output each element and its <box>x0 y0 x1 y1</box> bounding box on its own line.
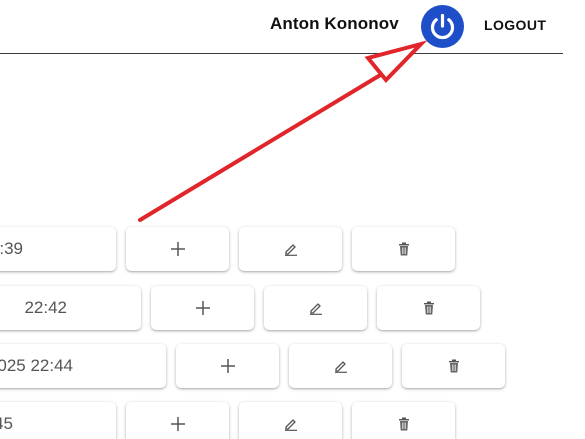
add-button[interactable] <box>151 286 254 330</box>
pencil-icon <box>334 361 347 373</box>
date-text: 45 <box>0 414 13 433</box>
date-cell: 22:42 <box>0 286 141 330</box>
edit-button[interactable] <box>239 227 342 271</box>
edit-button[interactable] <box>239 402 342 439</box>
delete-button[interactable] <box>377 286 480 330</box>
list-row: 025 22:44 <box>0 344 510 390</box>
date-text: 22:42 <box>24 298 67 317</box>
trash-icon <box>423 301 434 315</box>
plus-icon <box>195 301 210 315</box>
delete-button[interactable] <box>402 344 505 388</box>
list-row: 22:42 <box>0 286 485 332</box>
edit-button[interactable] <box>289 344 392 388</box>
top-bar: Anton Kononov LOGOUT <box>0 0 563 54</box>
delete-button[interactable] <box>352 227 455 271</box>
plus-icon <box>220 359 235 373</box>
trash-icon <box>448 359 459 373</box>
plus-icon <box>170 417 185 431</box>
list-row: :39 <box>0 227 460 273</box>
add-button[interactable] <box>126 402 229 439</box>
date-cell: 025 22:44 <box>0 344 166 388</box>
delete-button[interactable] <box>352 402 455 439</box>
add-button[interactable] <box>176 344 279 388</box>
date-cell: 45 <box>0 402 116 439</box>
pencil-icon <box>284 419 297 431</box>
date-text: :39 <box>0 239 23 258</box>
edit-button[interactable] <box>264 286 367 330</box>
trash-icon <box>398 417 409 431</box>
power-icon <box>430 13 455 40</box>
trash-icon <box>398 242 409 256</box>
app-page: Anton Kononov LOGOUT :39 22:42 025 22:44… <box>0 0 585 439</box>
add-button[interactable] <box>126 227 229 271</box>
power-button[interactable] <box>421 5 464 48</box>
user-name: Anton Kononov <box>270 14 399 33</box>
plus-icon <box>170 242 185 256</box>
list-row: 45 <box>0 402 460 439</box>
logout-button[interactable]: LOGOUT <box>484 17 546 33</box>
date-cell: :39 <box>0 227 116 271</box>
date-text: 025 22:44 <box>0 356 73 375</box>
pencil-icon <box>309 303 322 315</box>
pencil-icon <box>284 244 297 256</box>
